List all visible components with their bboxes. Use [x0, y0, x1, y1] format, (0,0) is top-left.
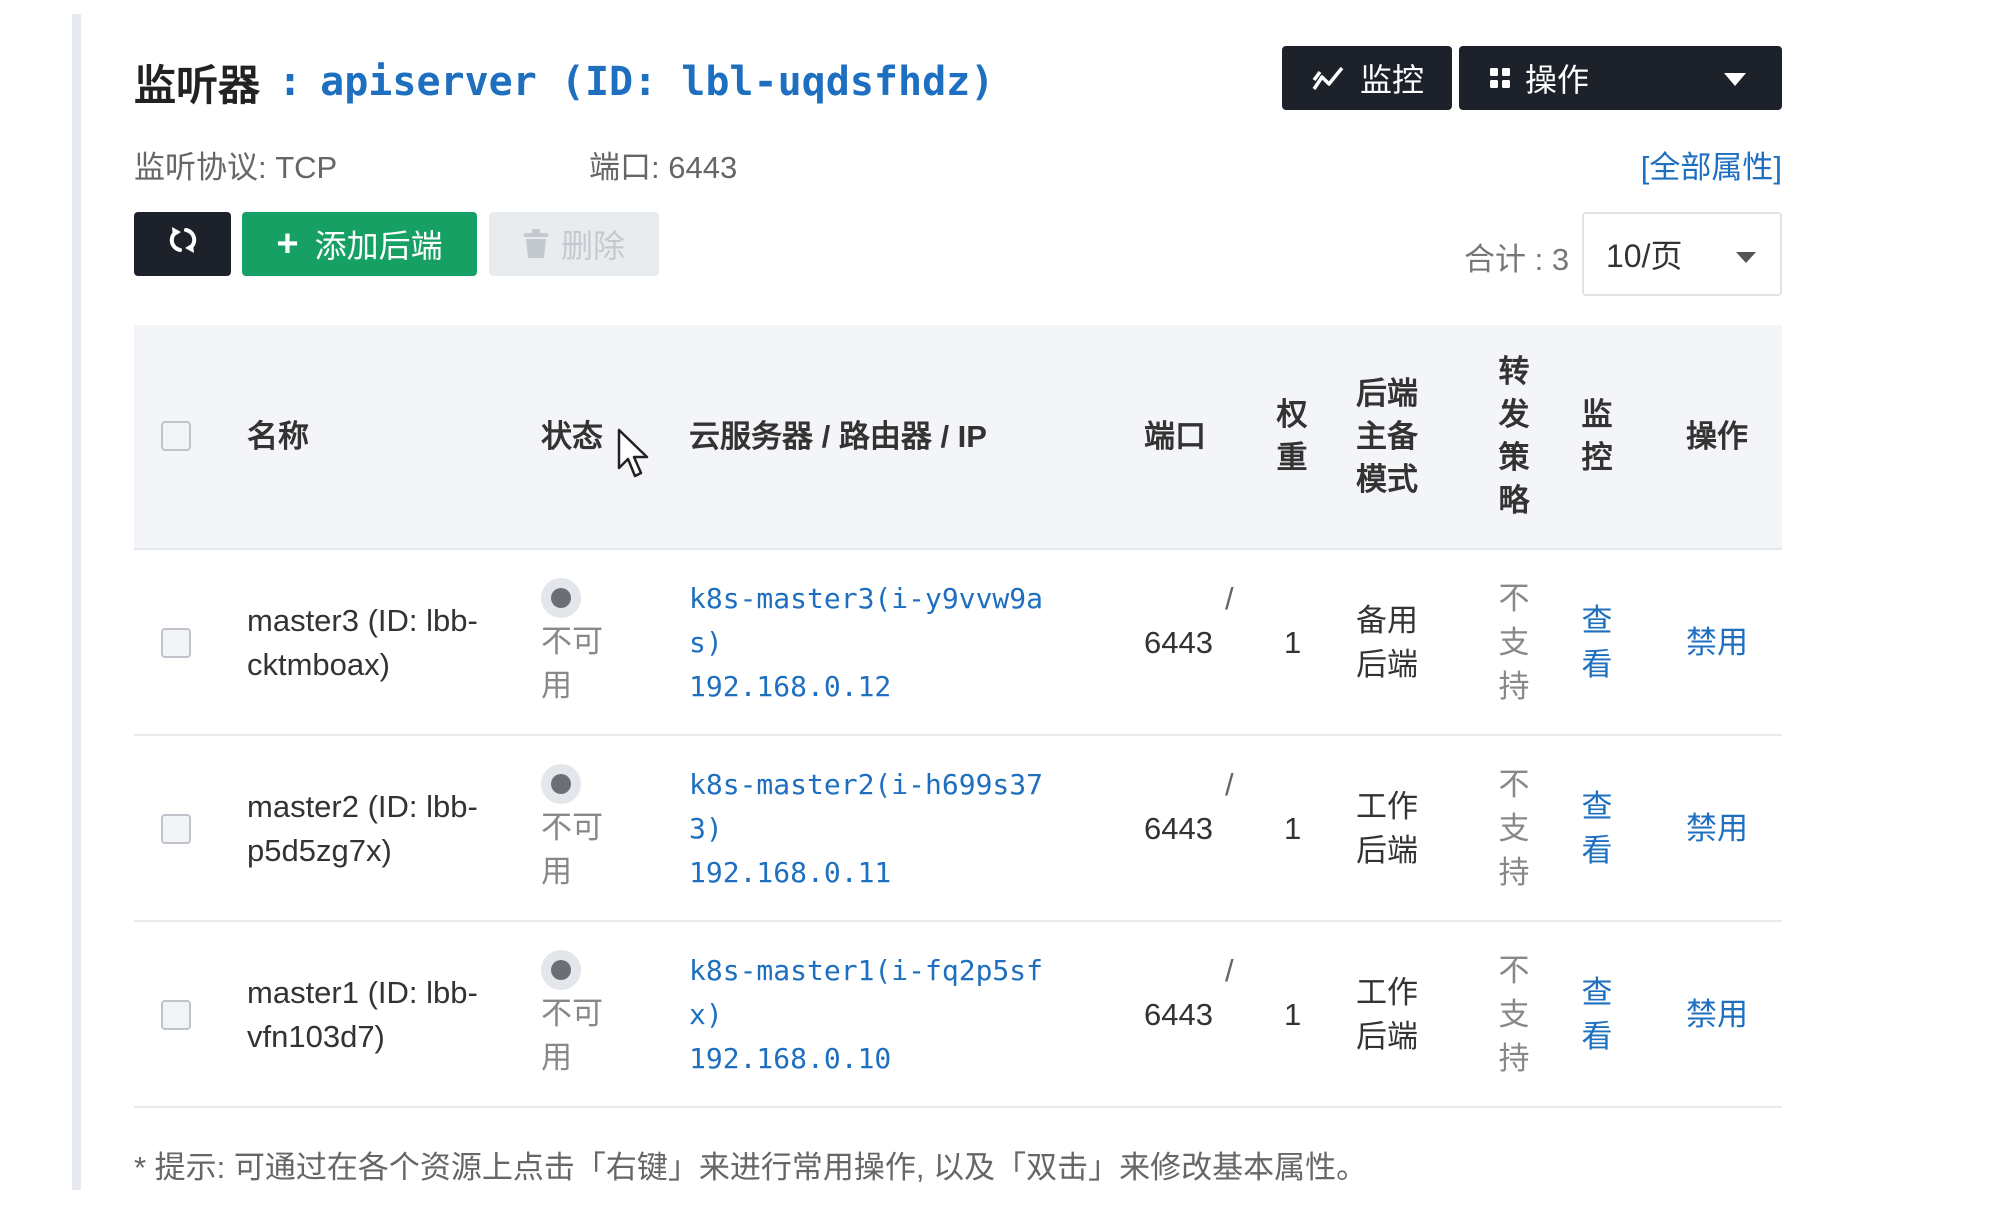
- chevron-down-icon: [1724, 73, 1746, 86]
- operations-dropdown-button[interactable]: 操作: [1459, 46, 1782, 110]
- operations-button-label: 操作: [1525, 62, 1590, 98]
- total-count: 合计 : 3: [1464, 242, 1570, 277]
- listener-name: apiserver: [320, 59, 537, 105]
- usage-hint: * 提示: 可通过在各个资源上点击「右键」来进行常用操作, 以及「双击」来修改基…: [134, 1150, 1368, 1185]
- refresh-icon: [167, 224, 199, 264]
- server-link[interactable]: k8s-master2(i-h699s37 3): [689, 763, 1043, 851]
- server-slash: /: [1225, 953, 1234, 988]
- view-monitor-link[interactable]: 查看: [1579, 785, 1615, 873]
- delete-label: 删除: [560, 228, 625, 264]
- server-slash: /: [1225, 767, 1234, 802]
- refresh-button[interactable]: [134, 212, 231, 276]
- port-text: 端口: 6443: [589, 150, 738, 185]
- column-backend-mode: 后端 主备 模式: [1356, 376, 1418, 497]
- column-port: 端口: [1144, 419, 1206, 454]
- column-actions: 操作: [1686, 419, 1748, 454]
- backend-server: k8s-master3(i-y9vvw9a s) 192.168.0.12: [689, 577, 1043, 709]
- grid-icon: [1489, 67, 1511, 89]
- backend-mode: 工作 后端: [1356, 975, 1418, 1054]
- title-label: 监听器: [134, 61, 261, 109]
- backend-ip: 192.168.0.11: [689, 856, 892, 889]
- backend-status: 不可用: [541, 950, 603, 1080]
- column-forward-policy: 转发策略: [1498, 354, 1530, 518]
- title-separator: :: [278, 59, 303, 105]
- left-accent-bar: [72, 14, 81, 1190]
- server-link[interactable]: k8s-master3(i-y9vvw9a s): [689, 577, 1043, 665]
- backend-ip: 192.168.0.10: [689, 1042, 892, 1075]
- column-weight: 权重: [1276, 397, 1308, 475]
- server-slash: /: [1225, 581, 1234, 616]
- backend-status: 不可用: [541, 578, 603, 708]
- page-size-select[interactable]: 10/页: [1582, 212, 1782, 296]
- backend-status: 不可用: [541, 764, 603, 894]
- backend-server: k8s-master1(i-fq2p5sf x) 192.168.0.10: [689, 949, 1043, 1081]
- select-all-checkbox[interactable]: [161, 421, 191, 451]
- monitor-button-label: 监控: [1360, 62, 1425, 98]
- mouse-pointer-icon: [617, 428, 651, 485]
- column-status: 状态: [541, 419, 603, 454]
- page-title: 监听器 : apiserver (ID: lbl-uqdsfhdz): [134, 52, 994, 112]
- row-checkbox[interactable]: [161, 1000, 191, 1030]
- backend-port: 6443: [1144, 997, 1213, 1032]
- row-checkbox[interactable]: [161, 628, 191, 658]
- column-monitor: 监控: [1581, 397, 1613, 475]
- backend-name: master3 (ID: lbb-cktmboax): [247, 603, 478, 682]
- backend-ip: 192.168.0.12: [689, 670, 892, 703]
- backend-port: 6443: [1144, 811, 1213, 846]
- backend-weight: 1: [1284, 997, 1302, 1032]
- delete-button[interactable]: 删除: [489, 212, 659, 276]
- server-link[interactable]: k8s-master1(i-fq2p5sf x): [689, 949, 1043, 1037]
- backend-weight: 1: [1284, 811, 1302, 846]
- page-size-value: 10/页: [1606, 238, 1683, 274]
- table-row[interactable]: master1 (ID: lbb-vfn103d7) 不可用 k8s-maste…: [134, 922, 1782, 1108]
- backend-mode: 工作 后端: [1356, 789, 1418, 868]
- backend-weight: 1: [1284, 625, 1302, 660]
- listener-id: (ID: lbl-uqdsfhdz): [560, 59, 995, 105]
- disable-link[interactable]: 禁用: [1686, 993, 1748, 1037]
- view-monitor-link[interactable]: 查看: [1579, 971, 1615, 1059]
- add-backend-button[interactable]: + 添加后端: [242, 212, 477, 276]
- status-dot-icon: [541, 578, 581, 618]
- trend-chart-icon: [1312, 63, 1346, 93]
- backend-server: k8s-master2(i-h699s37 3) 192.168.0.11: [689, 763, 1043, 895]
- add-backend-label: 添加后端: [314, 228, 443, 264]
- disable-link[interactable]: 禁用: [1686, 807, 1748, 851]
- forward-policy: 不支持: [1498, 581, 1530, 704]
- all-properties-link[interactable]: [全部属性]: [1641, 142, 1782, 187]
- backend-name: master1 (ID: lbb-vfn103d7): [247, 975, 478, 1054]
- backend-port: 6443: [1144, 625, 1213, 660]
- backend-name: master2 (ID: lbb-p5d5zg7x): [247, 789, 478, 868]
- chevron-down-icon: [1736, 252, 1756, 263]
- backend-table: 名称 状态 云服务器 / 路由器 / IP 端口 权重 后端 主备 模式 转发策略 …: [134, 325, 1782, 1108]
- backend-mode: 备用 后端: [1356, 603, 1418, 682]
- status-dot-icon: [541, 950, 581, 990]
- protocol-text: 监听协议: TCP: [134, 150, 338, 185]
- row-checkbox[interactable]: [161, 814, 191, 844]
- status-dot-icon: [541, 764, 581, 804]
- disable-link[interactable]: 禁用: [1686, 621, 1748, 665]
- table-row[interactable]: master2 (ID: lbb-p5d5zg7x) 不可用 k8s-maste…: [134, 736, 1782, 922]
- table-row[interactable]: master3 (ID: lbb-cktmboax) 不可用 k8s-maste…: [134, 550, 1782, 736]
- table-header: 名称 状态 云服务器 / 路由器 / IP 端口 权重 后端 主备 模式 转发策略 …: [134, 325, 1782, 550]
- plus-icon: +: [276, 222, 299, 265]
- column-server: 云服务器 / 路由器 / IP: [689, 419, 987, 454]
- trash-icon: [523, 229, 549, 259]
- monitor-button[interactable]: 监控: [1282, 46, 1452, 110]
- view-monitor-link[interactable]: 查看: [1579, 599, 1615, 687]
- column-name: 名称: [247, 419, 309, 454]
- forward-policy: 不支持: [1498, 953, 1530, 1076]
- forward-policy: 不支持: [1498, 767, 1530, 890]
